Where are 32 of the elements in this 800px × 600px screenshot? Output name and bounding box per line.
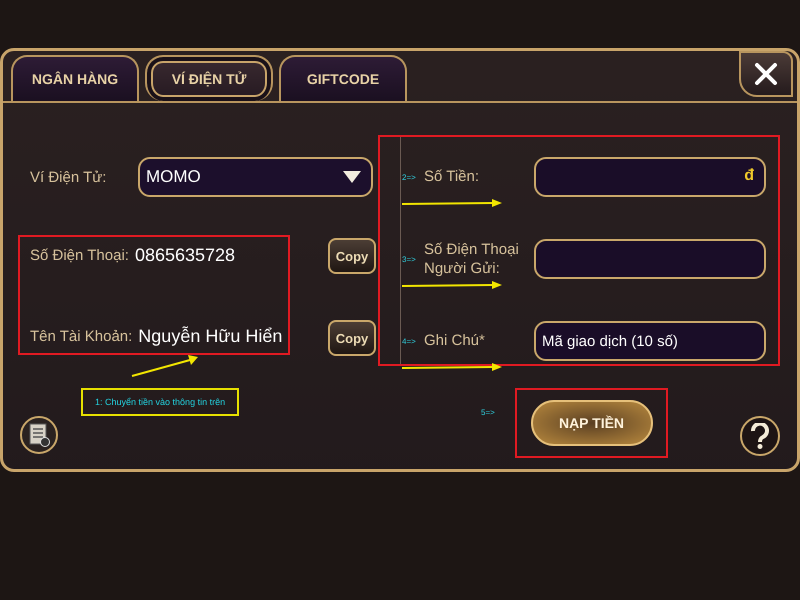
copy-button[interactable]: Copy (328, 320, 376, 356)
close-icon (754, 62, 778, 86)
currency-label: đ (744, 167, 754, 185)
wallet-dropdown[interactable]: MOMO (138, 157, 373, 197)
document-icon (28, 423, 50, 447)
tab[interactable]: NGÂN HÀNG (11, 55, 139, 101)
input-field[interactable] (534, 157, 766, 197)
history-button[interactable] (20, 416, 58, 454)
step-label: 5=> (481, 408, 496, 417)
field-label: Tên Tài Khoản: (30, 328, 132, 345)
field-label: Ví Điện Tử: (30, 168, 108, 186)
step-label: 2=> (401, 172, 417, 182)
help-button[interactable] (740, 416, 780, 456)
input-field[interactable]: Mã giao dịch (10 số) (534, 321, 766, 361)
caret-icon (343, 171, 361, 183)
field-label: Số Tiền: (424, 167, 480, 187)
field-value: 0865635728 (134, 245, 236, 266)
question-icon (750, 423, 770, 449)
deposit-button[interactable]: NẠP TIỀN (530, 400, 652, 446)
step-label: 3=> (401, 254, 417, 264)
tab[interactable]: VÍ ĐIỆN TỬ (145, 55, 273, 101)
input-field[interactable] (534, 239, 766, 279)
field-label: Ghi Chú* (424, 331, 486, 351)
field-label: Số Điện Thoại Người Gửi: (424, 240, 520, 278)
close-button[interactable] (739, 51, 793, 97)
copy-button[interactable]: Copy (328, 238, 376, 274)
field-value: Nguyễn Hữu Hiển (138, 326, 282, 347)
annotation-note: 1: Chuyển tiền vào thông tin trên (81, 388, 240, 416)
arrow (130, 354, 200, 378)
field-label: Số Điện Thoại: (30, 247, 129, 264)
tab[interactable]: GIFTCODE (279, 55, 407, 101)
step-label: 4=> (401, 336, 417, 346)
